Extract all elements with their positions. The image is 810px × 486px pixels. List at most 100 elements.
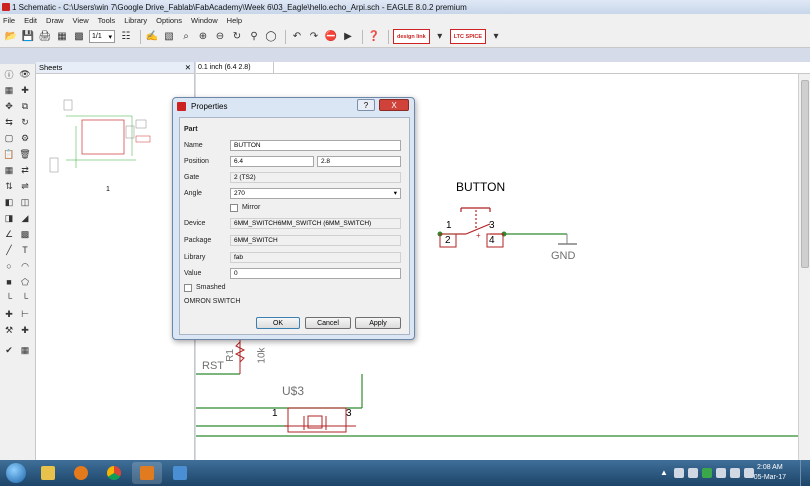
errors-icon[interactable]: ▦ (19, 344, 31, 356)
split-icon[interactable]: ∠ (3, 228, 15, 240)
menu-options[interactable]: Options (156, 16, 182, 25)
arc-icon[interactable]: ◠ (19, 260, 31, 272)
library-icon[interactable]: ☷ (119, 30, 133, 44)
smashed-checkbox[interactable] (184, 284, 192, 292)
stop-icon[interactable]: ⛔ (324, 30, 338, 44)
circle-icon[interactable]: ○ (3, 260, 15, 272)
smash-icon[interactable]: ◨ (3, 212, 15, 224)
miter-icon[interactable]: ◢ (19, 212, 31, 224)
change-icon[interactable]: ⚙ (19, 132, 31, 144)
menu-help[interactable]: Help (227, 16, 242, 25)
tray-app-icon[interactable] (702, 468, 712, 478)
wire-icon[interactable]: ╱ (3, 244, 15, 256)
redo-icon[interactable]: ↷ (307, 30, 321, 44)
zoom-select-icon[interactable]: ⚲ (247, 30, 261, 44)
move-icon[interactable]: ✥ (3, 100, 15, 112)
cam-icon[interactable]: ▦ (55, 30, 69, 44)
add-icon[interactable]: ▦ (3, 164, 15, 176)
value-field[interactable]: 0 (230, 268, 401, 279)
dimension-icon[interactable]: ✚ (19, 324, 31, 336)
panel-close-icon[interactable]: ✕ (185, 63, 191, 72)
tray-app-icon[interactable] (716, 468, 726, 478)
script-icon[interactable]: ✍ (145, 30, 159, 44)
menu-tools[interactable]: Tools (98, 16, 116, 25)
taskbar-media-player[interactable] (66, 462, 96, 484)
ok-button[interactable]: OK (256, 317, 300, 329)
info-icon[interactable]: ⓘ (3, 68, 15, 80)
gateswap-icon[interactable]: ⇌ (19, 180, 31, 192)
bus-icon[interactable]: └ (3, 292, 15, 304)
open-icon[interactable]: 📂 (4, 30, 18, 44)
cancel-button[interactable]: Cancel (305, 317, 351, 329)
zoom-fit-icon[interactable]: ⌕ (179, 30, 193, 44)
board-icon[interactable]: ▩ (72, 30, 86, 44)
display-icon[interactable]: ▦ (3, 84, 15, 96)
zoom-redraw-icon[interactable]: ↻ (230, 30, 244, 44)
pinswap-icon[interactable]: ⇅ (3, 180, 15, 192)
go-icon[interactable]: ▶ (341, 30, 355, 44)
net-icon[interactable]: └ (19, 292, 31, 304)
show-icon[interactable]: 👁 (19, 68, 31, 80)
zoom-out-icon[interactable]: ⊖ (213, 30, 227, 44)
tray-app-icon[interactable] (674, 468, 684, 478)
command-input[interactable] (274, 62, 810, 73)
erc-icon[interactable]: ✔ (3, 344, 15, 356)
sheet-select[interactable]: 1/1 ▾ (89, 30, 115, 43)
polygon-icon[interactable]: ⬠ (19, 276, 31, 288)
chevron-down-icon[interactable]: ▾ (433, 30, 447, 44)
mirror-icon[interactable]: ⇆ (3, 116, 15, 128)
position-y-field[interactable]: 2.8 (317, 156, 401, 167)
design-link-logo[interactable]: design link (393, 29, 430, 44)
tray-app-icon[interactable] (688, 468, 698, 478)
ulp-icon[interactable]: ▧ (162, 30, 176, 44)
junction-icon[interactable]: ✚ (3, 308, 15, 320)
taskbar-eagle[interactable] (132, 462, 162, 484)
taskbar-clock[interactable]: 2:08 AM 05-Mar-17 (754, 463, 786, 483)
menu-file[interactable]: File (3, 16, 15, 25)
menu-window[interactable]: Window (191, 16, 218, 25)
rotate-icon[interactable]: ↻ (19, 116, 31, 128)
name-field[interactable]: BUTTON (230, 140, 401, 151)
help-button[interactable]: ? (357, 99, 375, 111)
network-icon[interactable] (730, 468, 740, 478)
vertical-scrollbar[interactable] (798, 74, 810, 460)
print-icon[interactable]: 🖨 (38, 30, 52, 44)
invoke-icon[interactable]: ▩ (19, 228, 31, 240)
undo-icon[interactable]: ↶ (290, 30, 304, 44)
copy-icon[interactable]: ⧉ (19, 100, 31, 112)
mirror-checkbox[interactable] (230, 204, 238, 212)
save-icon[interactable]: 💾 (21, 30, 35, 44)
text-icon[interactable]: T (19, 244, 31, 256)
rect-icon[interactable]: ■ (3, 276, 15, 288)
show-desktop-button[interactable] (800, 460, 810, 486)
volume-icon[interactable] (744, 468, 754, 478)
scrollbar-thumb[interactable] (801, 80, 809, 268)
mark-icon[interactable]: ✚ (19, 84, 31, 96)
ltc-spice-logo[interactable]: LTC SPICE (449, 29, 487, 44)
taskbar-chrome[interactable] (99, 462, 129, 484)
name-icon[interactable]: ◧ (3, 196, 15, 208)
help-icon[interactable]: ❓ (367, 30, 381, 44)
label-icon[interactable]: ⊢ (19, 308, 31, 320)
taskbar-explorer[interactable] (33, 462, 63, 484)
apply-button[interactable]: Apply (355, 317, 401, 329)
menu-draw[interactable]: Draw (46, 16, 64, 25)
menu-library[interactable]: Library (124, 16, 147, 25)
angle-select[interactable]: 270 ▾ (230, 188, 401, 199)
zoom-last-icon[interactable]: ◯ (264, 30, 278, 44)
group-icon[interactable]: ▢ (3, 132, 15, 144)
delete-icon[interactable]: 🗑 (19, 148, 31, 160)
menu-view[interactable]: View (73, 16, 89, 25)
show-hidden-icons-icon[interactable]: ▲ (660, 468, 670, 478)
paste-icon[interactable]: 📋 (3, 148, 15, 160)
menu-edit[interactable]: Edit (24, 16, 37, 25)
taskbar-photo-viewer[interactable] (165, 462, 195, 484)
zoom-in-icon[interactable]: ⊕ (196, 30, 210, 44)
start-button[interactable] (2, 461, 30, 485)
position-x-field[interactable]: 6.4 (230, 156, 314, 167)
attribute-icon[interactable]: ⚒ (3, 324, 15, 336)
close-button[interactable]: X (379, 99, 409, 111)
replace-icon[interactable]: ⇄ (19, 164, 31, 176)
chevron-down-icon[interactable]: ▾ (489, 30, 503, 44)
value-icon[interactable]: ◫ (19, 196, 31, 208)
